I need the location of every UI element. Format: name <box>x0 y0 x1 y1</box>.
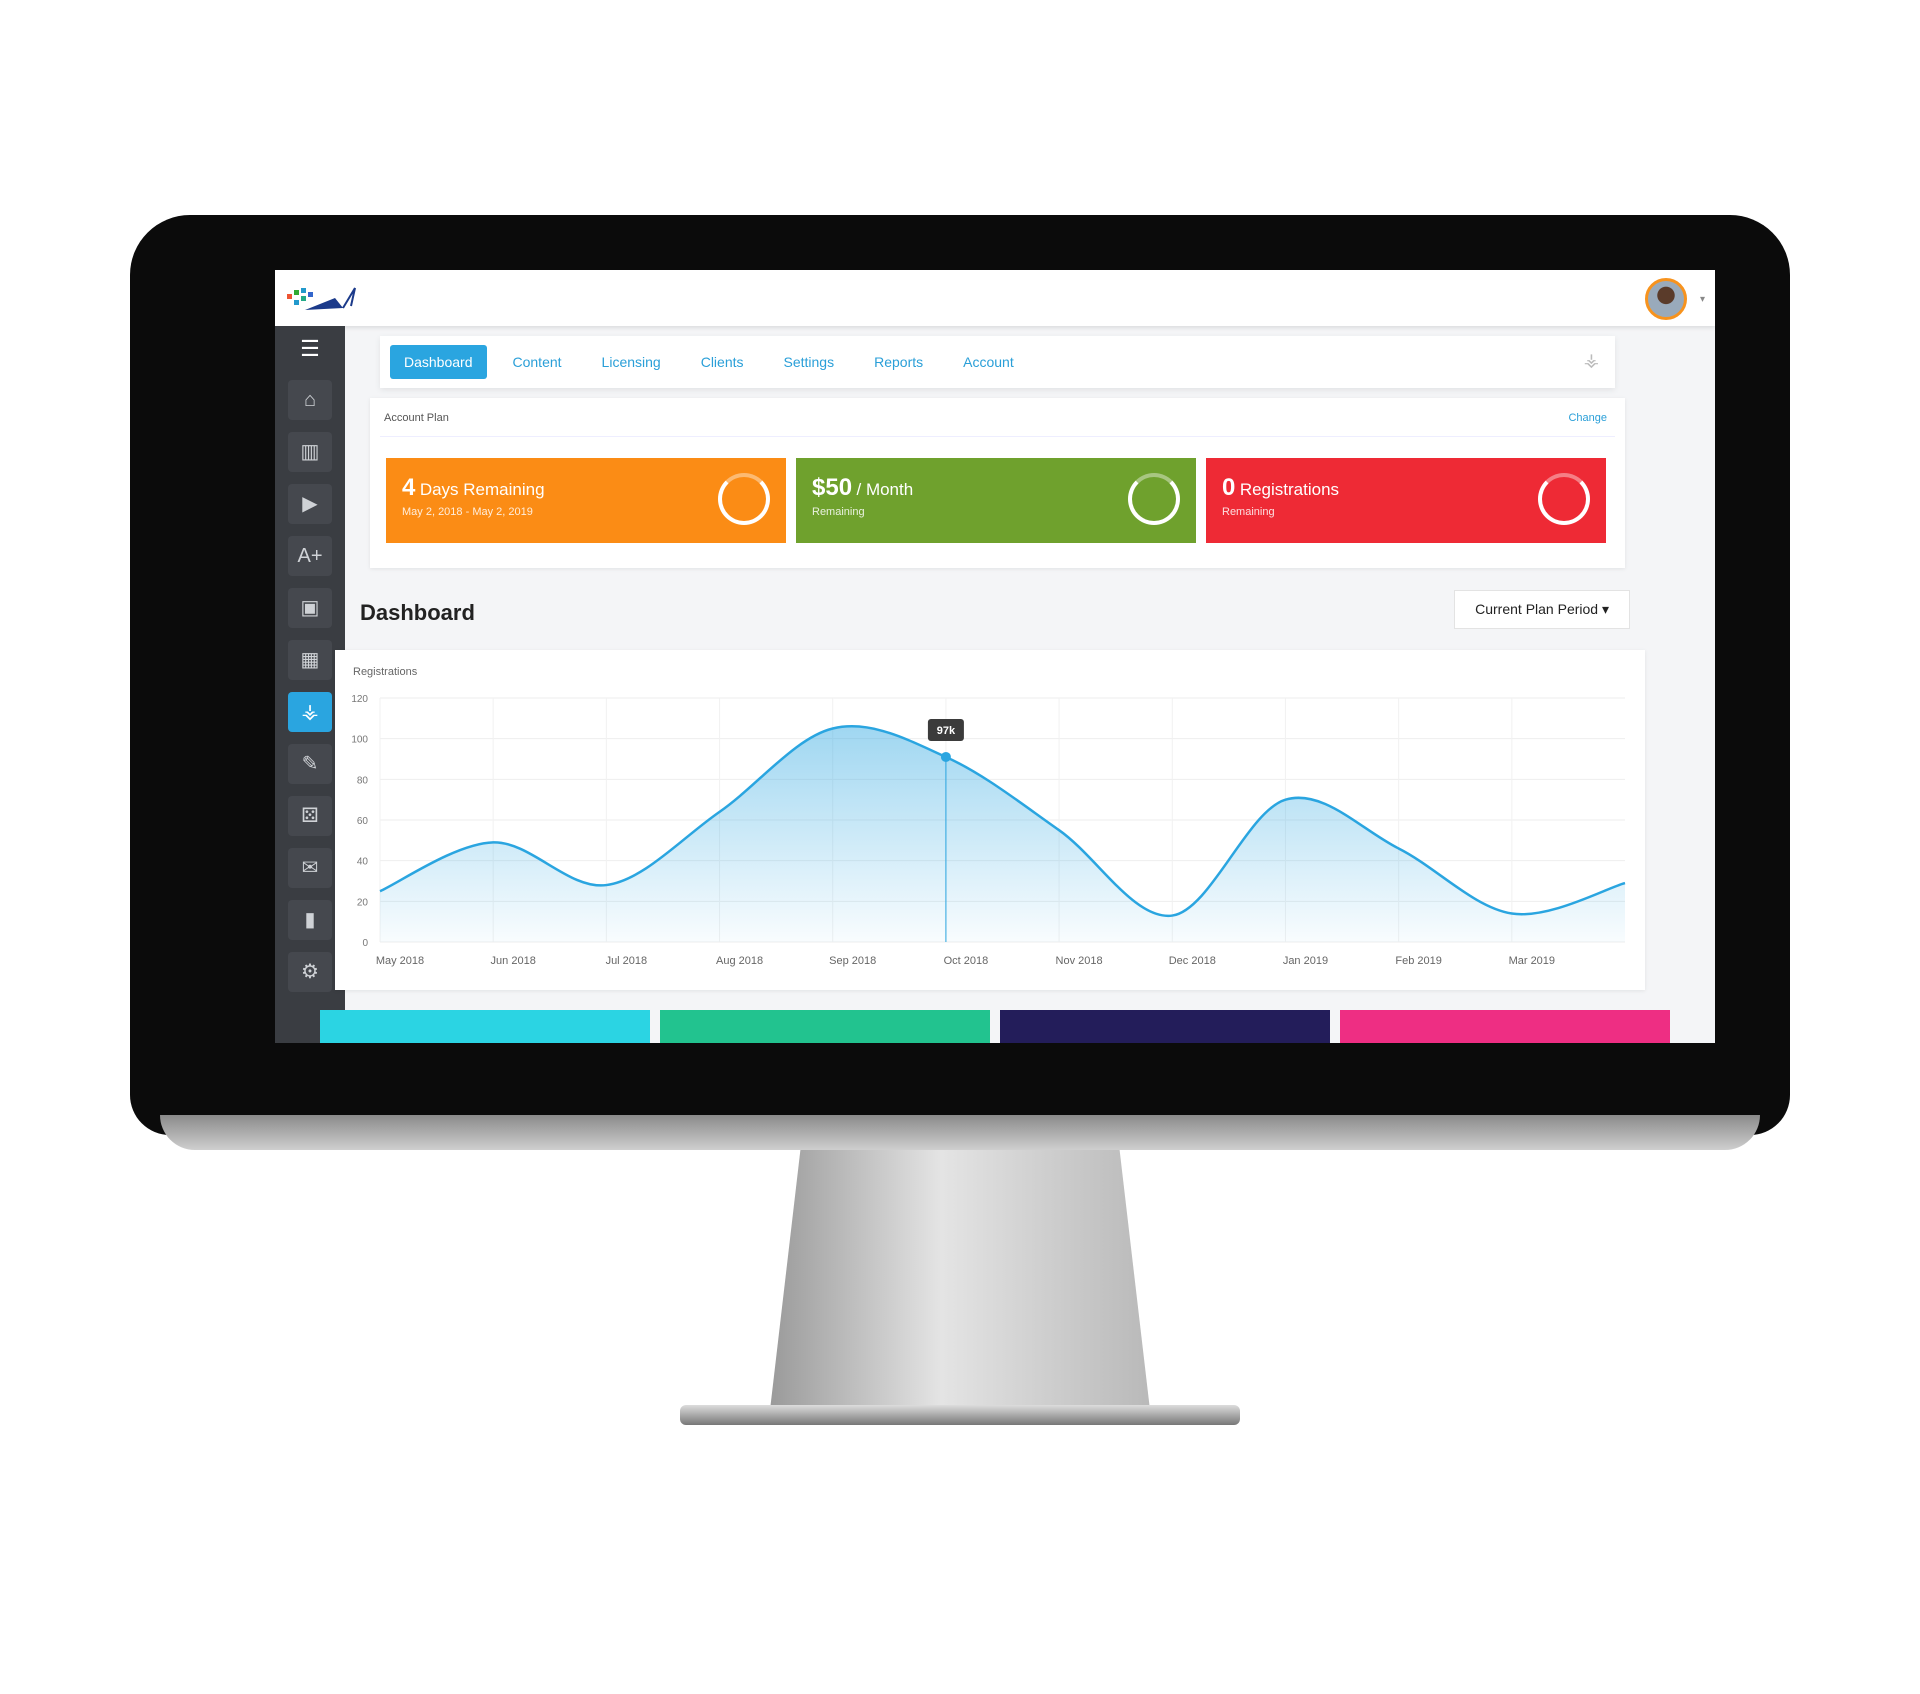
card-subtitle: Remaining <box>812 506 865 518</box>
card-value: $50 <box>812 474 853 501</box>
page-title: Dashboard <box>360 600 475 625</box>
x-tick-label: Dec 2018 <box>1169 955 1216 967</box>
top-bar: ▾ <box>275 270 1715 326</box>
card-unit: Registrations <box>1239 480 1340 499</box>
book-icon[interactable]: ▥ <box>288 432 332 472</box>
x-tick-label: Jul 2018 <box>606 955 648 967</box>
tab-clients[interactable]: Clients <box>687 345 758 379</box>
card-subtitle: Remaining <box>1222 506 1275 518</box>
period-label: Current Plan Period <box>1475 601 1599 617</box>
tab-account[interactable]: Account <box>949 345 1028 379</box>
antenna-icon[interactable]: ⚶ <box>288 692 332 732</box>
x-tick-label: Nov 2018 <box>1056 955 1103 967</box>
media-icon[interactable]: ▶ <box>288 484 332 524</box>
plan-card: $50 / Month Remaining <box>796 458 1196 543</box>
stat-card <box>1340 1010 1670 1043</box>
y-tick-label: 80 <box>357 775 369 786</box>
hamburger-menu-icon[interactable]: ☰ <box>275 326 345 372</box>
tab-settings[interactable]: Settings <box>770 345 849 379</box>
text-add-icon[interactable]: A+ <box>288 536 332 576</box>
registrations-chart: 0 20 40 60 80 100 120 May 2018 Jun 2018 Jul 2018 A… <box>351 694 1626 967</box>
x-tick-label: Mar 2019 <box>1509 955 1555 967</box>
y-tick-label: 40 <box>357 857 369 868</box>
x-tick-label: May 2018 <box>376 955 424 967</box>
account-plan-panel: Account Plan Change 4 Days Remaining May … <box>370 398 1625 568</box>
monitor-chin <box>160 1115 1760 1150</box>
antenna-icon[interactable]: ⚶ <box>1584 350 1599 371</box>
x-tick-label: Sep 2018 <box>829 955 876 967</box>
chart-title: Registrations <box>353 666 418 678</box>
screen: ▾ ☰ ⌂ ▥ ▶ A+ ▣ ▦ ⚶ ✎ ⚄ ✉ ▮ ⚙ Dashboard Content Licens… <box>275 270 1715 1043</box>
stat-card <box>660 1010 990 1043</box>
monitor-base <box>680 1405 1240 1425</box>
monitor-stand <box>770 1150 1150 1410</box>
tab-content[interactable]: Content <box>499 345 576 379</box>
account-plan-label: Account Plan <box>384 412 449 424</box>
logo <box>287 287 356 310</box>
stat-card <box>320 1010 650 1043</box>
registrations-chart-card: Registrations 0 20 40 60 80 100 120 May 2018 Jun… <box>335 650 1645 990</box>
y-tick-label: 100 <box>351 735 368 746</box>
gear-icon[interactable]: ⚙ <box>288 952 332 992</box>
plan-card: 0 Registrations Remaining <box>1206 458 1606 543</box>
bar-chart-icon[interactable]: ▮ <box>288 900 332 940</box>
progress-ring-icon <box>1128 473 1180 525</box>
period-dropdown[interactable]: Current Plan Period ▾ <box>1454 590 1630 629</box>
progress-ring-icon <box>718 473 770 525</box>
plan-card: 4 Days Remaining May 2, 2018 - May 2, 201… <box>386 458 786 543</box>
change-plan-link[interactable]: Change <box>1568 412 1607 424</box>
progress-ring-icon <box>1538 473 1590 525</box>
highlighted-point <box>940 751 951 762</box>
tab-bar: Dashboard Content Licensing Clients Settings… <box>380 336 1615 388</box>
y-tick-label: 20 <box>357 897 369 908</box>
card-value: 0 <box>1222 474 1236 501</box>
chevron-down-icon[interactable]: ▾ <box>1700 294 1705 305</box>
user-avatar[interactable] <box>1645 278 1687 320</box>
calendar-icon[interactable]: ▣ <box>288 588 332 628</box>
tab-licensing[interactable]: Licensing <box>588 345 675 379</box>
grid-icon[interactable]: ▦ <box>288 640 332 680</box>
y-tick-label: 60 <box>357 816 369 827</box>
dice-icon[interactable]: ⚄ <box>288 796 332 836</box>
x-tick-label: Jan 2019 <box>1283 955 1328 967</box>
x-tick-label: Jun 2018 <box>491 955 536 967</box>
y-tick-label: 0 <box>362 938 368 949</box>
card-subtitle: May 2, 2018 - May 2, 2019 <box>402 506 533 518</box>
tab-dashboard[interactable]: Dashboard <box>390 345 487 379</box>
x-tick-label: Oct 2018 <box>944 955 989 967</box>
x-tick-label: Aug 2018 <box>716 955 763 967</box>
stat-card <box>1000 1010 1330 1043</box>
bottom-cards <box>320 1010 1670 1043</box>
divider <box>380 436 1615 437</box>
card-unit: Days Remaining <box>419 480 545 499</box>
y-tick-label: 120 <box>351 694 368 705</box>
card-unit: / Month <box>856 480 914 499</box>
card-value: 4 <box>402 474 416 501</box>
area-fill <box>380 726 1625 942</box>
chat-icon[interactable]: ✉ <box>288 848 332 888</box>
edit-icon[interactable]: ✎ <box>288 744 332 784</box>
tab-reports[interactable]: Reports <box>860 345 937 379</box>
x-tick-label: Feb 2019 <box>1395 955 1441 967</box>
tooltip-label: 97k <box>937 725 956 737</box>
home-icon[interactable]: ⌂ <box>288 380 332 420</box>
